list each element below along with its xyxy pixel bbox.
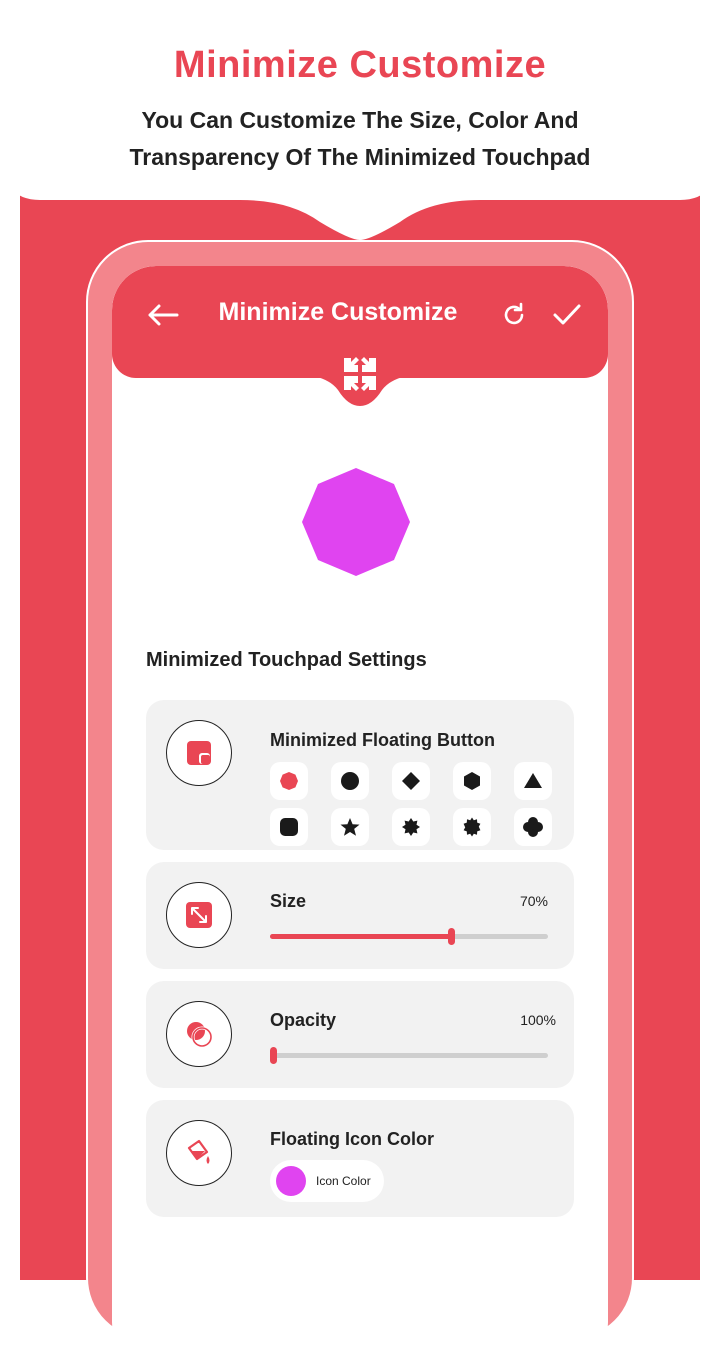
badge-8-icon bbox=[402, 818, 420, 836]
floating-window-icon bbox=[187, 741, 211, 765]
icon-color-chip-label: Icon Color bbox=[316, 1174, 371, 1188]
badge-12-icon bbox=[463, 817, 481, 837]
phone-screen: Minimize Customize Minimized Touchpad Se… bbox=[112, 266, 608, 1366]
shape-option-badge-8[interactable] bbox=[392, 808, 430, 846]
promo-subtitle: You Can Customize The Size, Color And Tr… bbox=[60, 102, 660, 176]
expand-arrows-icon bbox=[186, 902, 212, 928]
shape-option-octagon[interactable] bbox=[270, 762, 308, 800]
opacity-card: Opacity 100% bbox=[146, 981, 574, 1088]
opacity-icon-badge bbox=[166, 1001, 232, 1067]
shape-option-diamond[interactable] bbox=[392, 762, 430, 800]
opacity-slider-thumb[interactable] bbox=[269, 1047, 277, 1064]
promo-title: Minimize Customize bbox=[173, 44, 547, 86]
size-card: Size 70% bbox=[146, 862, 574, 969]
floating-button-icon-badge bbox=[166, 720, 232, 786]
shape-option-badge-12[interactable] bbox=[453, 808, 491, 846]
size-slider[interactable] bbox=[270, 928, 548, 945]
size-slider-thumb[interactable] bbox=[447, 928, 455, 945]
opacity-slider[interactable] bbox=[269, 1047, 548, 1064]
shape-option-circle[interactable] bbox=[331, 762, 369, 800]
circle-icon bbox=[341, 772, 359, 790]
rounded-square-icon bbox=[280, 818, 298, 836]
octagon-icon bbox=[280, 772, 298, 790]
preview-octagon-fill bbox=[302, 468, 410, 576]
reset-button[interactable] bbox=[501, 302, 527, 328]
minimize-arrows-icon bbox=[344, 357, 376, 391]
size-slider-fill bbox=[270, 934, 451, 939]
confirm-button[interactable] bbox=[552, 302, 582, 328]
floating-button-card: Minimized Floating Button bbox=[146, 700, 574, 850]
floating-button-label: Minimized Floating Button bbox=[270, 730, 495, 750]
icon-color-chip[interactable]: Icon Color bbox=[270, 1160, 384, 1202]
shape-option-rounded-square[interactable] bbox=[270, 808, 308, 846]
triangle-icon bbox=[524, 773, 542, 788]
collapse-button[interactable] bbox=[342, 356, 378, 392]
shape-option-hexagon[interactable] bbox=[453, 762, 491, 800]
settings-section-title: Minimized Touchpad Settings bbox=[146, 649, 427, 671]
icon-color-card: Floating Icon Color Icon Color bbox=[146, 1100, 574, 1217]
icon-color-label: Floating Icon Color bbox=[270, 1129, 434, 1149]
icon-color-icon-badge bbox=[166, 1120, 232, 1186]
opacity-value: 100% bbox=[520, 1012, 556, 1028]
hexagon-icon bbox=[464, 772, 480, 790]
clover-icon bbox=[523, 817, 543, 837]
star-icon bbox=[340, 818, 360, 836]
opacity-label: Opacity bbox=[270, 1010, 337, 1030]
shape-option-clover[interactable] bbox=[514, 808, 552, 846]
shape-option-star[interactable] bbox=[331, 808, 369, 846]
back-button[interactable] bbox=[146, 302, 180, 328]
header-notch bbox=[292, 374, 428, 406]
overlap-circles-icon bbox=[187, 1022, 213, 1048]
size-icon-badge bbox=[166, 882, 232, 948]
size-value: 70% bbox=[519, 893, 548, 909]
size-label: Size bbox=[270, 891, 307, 911]
arrow-left-icon bbox=[148, 304, 179, 326]
promo-subtitle-line-2: Transparency Of The Minimized Touchpad bbox=[129, 144, 591, 170]
shape-option-triangle[interactable] bbox=[514, 762, 552, 800]
diamond-icon bbox=[402, 772, 420, 790]
check-icon bbox=[553, 304, 581, 325]
header-title: Minimize Customize bbox=[218, 298, 458, 326]
icon-color-swatch bbox=[276, 1166, 306, 1196]
promo-subtitle-line-1: You Can Customize The Size, Color And bbox=[141, 107, 579, 133]
paint-bucket-icon bbox=[187, 1139, 210, 1164]
refresh-icon bbox=[504, 302, 524, 325]
touchpad-preview-octagon bbox=[302, 468, 410, 576]
